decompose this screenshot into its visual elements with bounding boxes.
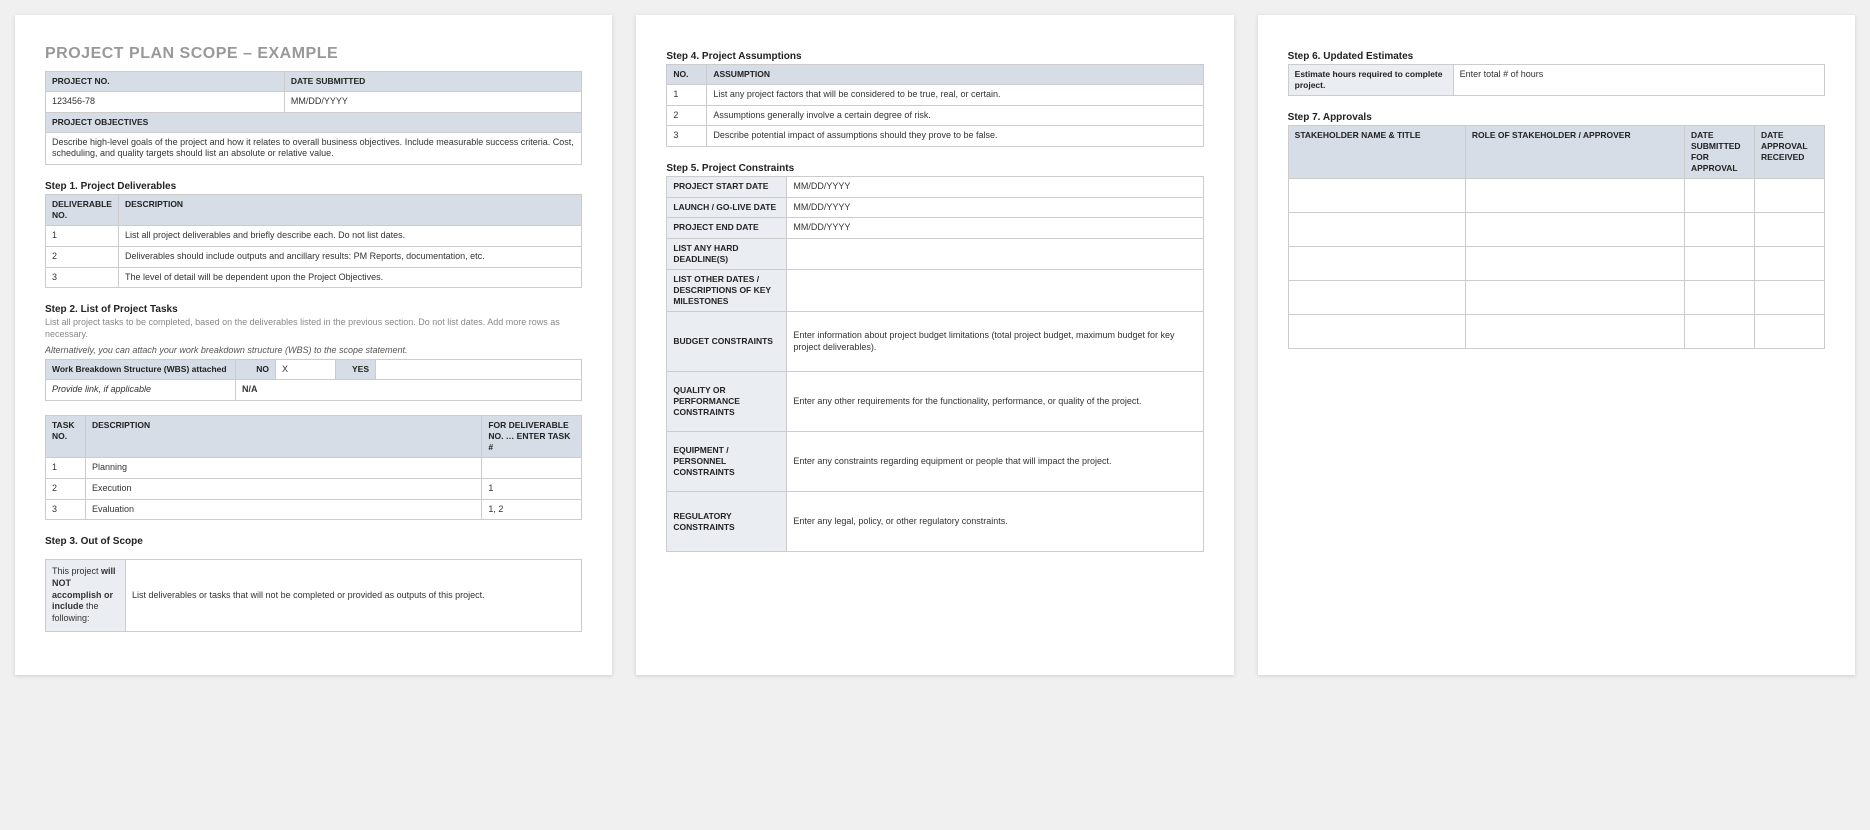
table-row: 2Deliverables should include outputs and… [46, 246, 582, 267]
assumption-no-header: NO. [667, 65, 707, 85]
step2-title: Step 2. List of Project Tasks [45, 304, 582, 315]
assumption-header: ASSUMPTION [707, 65, 1203, 85]
table-row: LAUNCH / GO-LIVE DATEMM/DD/YYYY [667, 197, 1203, 218]
step1-title: Step 1. Project Deliverables [45, 181, 582, 192]
task-for-header: FOR DELIVERABLE NO. … ENTER TASK # [482, 416, 582, 458]
estimates-table: Estimate hours required to complete proj… [1288, 64, 1825, 96]
deliverables-table: DELIVERABLE NO. DESCRIPTION 1List all pr… [45, 194, 582, 288]
document-pages: PROJECT PLAN SCOPE – EXAMPLE PROJECT NO.… [15, 15, 1855, 675]
wbs-link-label: Provide link, if applicable [46, 380, 236, 401]
table-row: LIST OTHER DATES / DESCRIPTIONS OF KEY M… [667, 270, 1203, 312]
table-row [1288, 247, 1824, 281]
step2-subtext-italic: Alternatively, you can attach your work … [45, 345, 582, 355]
wbs-no-value: X [276, 359, 336, 380]
table-row: 3The level of detail will be dependent u… [46, 267, 582, 288]
estimate-label: Estimate hours required to complete proj… [1288, 65, 1453, 96]
objectives-value: Describe high-level goals of the project… [46, 132, 582, 164]
proj-no-label: PROJECT NO. [46, 72, 285, 92]
proj-no-value: 123456-78 [46, 92, 285, 113]
table-row: QUALITY OR PERFORMANCE CONSTRAINTSEnter … [667, 372, 1203, 432]
out-of-scope-value: List deliverables or tasks that will not… [126, 560, 582, 631]
table-row: PROJECT END DATEMM/DD/YYYY [667, 218, 1203, 239]
estimate-value: Enter total # of hours [1453, 65, 1824, 96]
table-row: 2Assumptions generally involve a certain… [667, 105, 1203, 126]
table-row: 1List all project deliverables and brief… [46, 226, 582, 247]
project-header-table: PROJECT NO. DATE SUBMITTED 123456-78 MM/… [45, 71, 582, 165]
wbs-yes-value [376, 359, 582, 380]
table-row: EQUIPMENT / PERSONNEL CONSTRAINTSEnter a… [667, 432, 1203, 492]
table-row: 2Execution1 [46, 478, 582, 499]
table-row: 3Describe potential impact of assumption… [667, 126, 1203, 147]
wbs-table: Work Breakdown Structure (WBS) attached … [45, 359, 582, 401]
step7-title: Step 7. Approvals [1288, 112, 1825, 123]
deliverable-no-header: DELIVERABLE NO. [46, 195, 119, 226]
task-no-header: TASK NO. [46, 416, 86, 458]
approval-role-header: ROLE OF STAKEHOLDER / APPROVER [1465, 126, 1684, 179]
approval-received-header: DATE APPROVAL RECEIVED [1754, 126, 1824, 179]
table-row [1288, 179, 1824, 213]
page-2: Step 4. Project Assumptions NO. ASSUMPTI… [636, 15, 1233, 675]
out-of-scope-table: This project will NOT accomplish or incl… [45, 559, 582, 631]
table-row: 1List any project factors that will be c… [667, 85, 1203, 106]
step6-title: Step 6. Updated Estimates [1288, 51, 1825, 62]
date-submitted-label: DATE SUBMITTED [284, 72, 581, 92]
step3-title: Step 3. Out of Scope [45, 536, 582, 547]
document-title: PROJECT PLAN SCOPE – EXAMPLE [45, 45, 582, 63]
wbs-yes-label: YES [336, 359, 376, 380]
wbs-attached-label: Work Breakdown Structure (WBS) attached [46, 359, 236, 380]
approval-submitted-header: DATE SUBMITTED FOR APPROVAL [1684, 126, 1754, 179]
table-row: 3Evaluation1, 2 [46, 499, 582, 520]
tasks-table: TASK NO. DESCRIPTION FOR DELIVERABLE NO.… [45, 415, 582, 520]
deliverable-desc-header: DESCRIPTION [118, 195, 581, 226]
wbs-link-value: N/A [236, 380, 582, 401]
table-row: 1Planning [46, 458, 582, 479]
table-row [1288, 213, 1824, 247]
constraints-table: PROJECT START DATEMM/DD/YYYY LAUNCH / GO… [666, 176, 1203, 552]
objectives-label: PROJECT OBJECTIVES [46, 112, 582, 132]
table-row: BUDGET CONSTRAINTSEnter information abou… [667, 312, 1203, 372]
task-desc-header: DESCRIPTION [86, 416, 482, 458]
approvals-table: STAKEHOLDER NAME & TITLE ROLE OF STAKEHO… [1288, 125, 1825, 349]
step2-subtext: List all project tasks to be completed, … [45, 317, 582, 340]
table-row: PROJECT START DATEMM/DD/YYYY [667, 177, 1203, 198]
step4-title: Step 4. Project Assumptions [666, 51, 1203, 62]
table-row [1288, 281, 1824, 315]
out-of-scope-left: This project will NOT accomplish or incl… [46, 560, 126, 631]
assumptions-table: NO. ASSUMPTION 1List any project factors… [666, 64, 1203, 147]
page-3: Step 6. Updated Estimates Estimate hours… [1258, 15, 1855, 675]
date-submitted-value: MM/DD/YYYY [284, 92, 581, 113]
step5-title: Step 5. Project Constraints [666, 163, 1203, 174]
page-1: PROJECT PLAN SCOPE – EXAMPLE PROJECT NO.… [15, 15, 612, 675]
approval-name-header: STAKEHOLDER NAME & TITLE [1288, 126, 1465, 179]
wbs-no-label: NO [236, 359, 276, 380]
table-row: LIST ANY HARD DEADLINE(S) [667, 239, 1203, 270]
table-row: REGULATORY CONSTRAINTSEnter any legal, p… [667, 492, 1203, 552]
table-row [1288, 315, 1824, 349]
